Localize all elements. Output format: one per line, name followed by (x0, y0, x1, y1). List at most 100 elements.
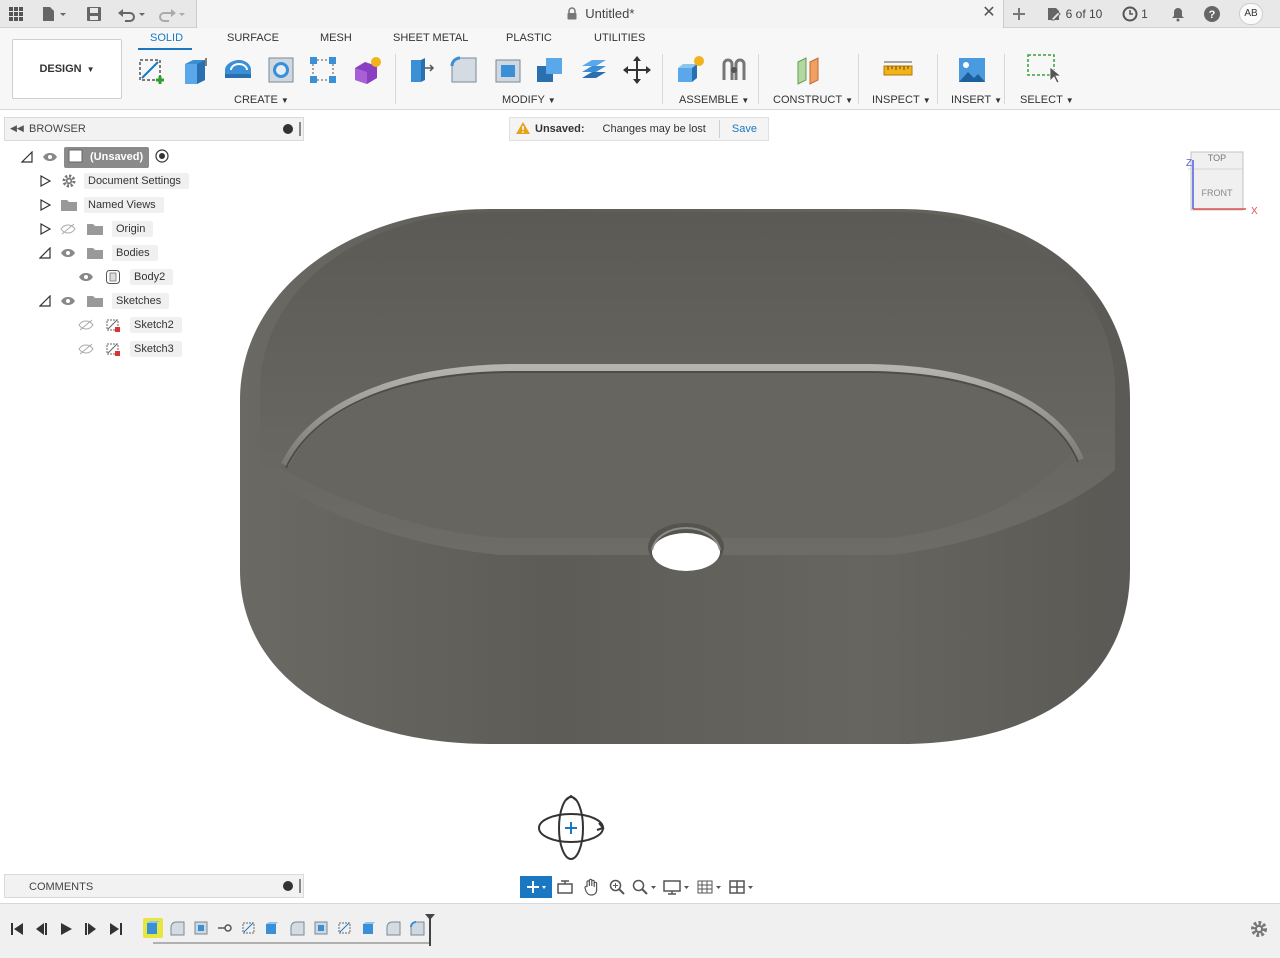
create-form-icon[interactable] (349, 52, 385, 88)
shell-icon[interactable] (490, 52, 526, 88)
collapse-panel-icon[interactable]: ◀◀ (10, 123, 24, 134)
job-status[interactable]: 1 (1120, 4, 1150, 24)
undo-icon[interactable] (116, 4, 148, 24)
timeline-feature-sketch[interactable] (239, 918, 259, 938)
tree-root-unsaved[interactable]: (Unsaved) (40, 146, 169, 168)
timeline-feature-extrude[interactable] (262, 918, 282, 938)
tree-item-sketch2[interactable]: Sketch2 (76, 315, 182, 335)
tree-item-sketches[interactable]: Sketches (58, 291, 170, 311)
fillet-icon[interactable] (446, 52, 482, 88)
timeline-marker-handle[interactable] (425, 914, 435, 946)
viewcube[interactable]: Z X TOP FRONT (1176, 140, 1262, 220)
eye-visible-icon[interactable] (58, 248, 78, 258)
assemble-menu[interactable]: ASSEMBLE ▼ (679, 94, 749, 106)
viewports-icon[interactable] (726, 876, 758, 898)
viewcube-front-face[interactable]: FRONT (1202, 188, 1233, 198)
combine-icon[interactable] (532, 52, 568, 88)
tree-item-sketch3[interactable]: Sketch3 (76, 339, 182, 359)
workspace-switcher-button[interactable]: DESIGN ▼ (12, 39, 122, 99)
app-grid-icon[interactable] (6, 4, 26, 24)
insert-menu[interactable]: INSERT ▼ (951, 94, 1002, 106)
tree-item-origin[interactable]: Origin (58, 219, 154, 239)
offset-face-icon[interactable] (576, 52, 612, 88)
expand-triangle-icon[interactable] (38, 174, 52, 188)
document-tab[interactable]: Untitled* ✕ (196, 0, 1004, 28)
insert-image-icon[interactable] (954, 52, 990, 88)
hole-icon[interactable] (263, 52, 299, 88)
create-sketch-icon[interactable] (134, 52, 170, 88)
zoom-icon[interactable] (604, 876, 630, 898)
timeline-feature-fillet[interactable] (407, 918, 427, 938)
modify-menu[interactable]: MODIFY ▼ (502, 94, 556, 106)
timeline-feature-shell[interactable] (191, 918, 211, 938)
viewcube-top-face[interactable]: TOP (1208, 153, 1226, 163)
collapse-triangle-icon[interactable] (20, 150, 34, 164)
model-body2[interactable] (200, 150, 1170, 790)
comments-panel[interactable]: COMMENTS (4, 874, 304, 898)
new-tab-icon[interactable] (1008, 4, 1030, 24)
go-to-start-icon[interactable] (8, 920, 26, 938)
eye-hidden-icon[interactable] (58, 223, 78, 235)
step-forward-icon[interactable] (82, 920, 100, 938)
expand-triangle-icon[interactable] (38, 198, 52, 212)
new-component-icon[interactable] (672, 52, 708, 88)
offset-plane-icon[interactable] (792, 52, 828, 88)
file-menu-icon[interactable] (38, 4, 70, 24)
eye-visible-icon[interactable] (76, 272, 96, 282)
timeline-feature-extrude[interactable] (359, 918, 379, 938)
panel-resize-handle[interactable] (299, 122, 301, 136)
look-at-icon[interactable] (552, 876, 578, 898)
go-to-end-icon[interactable] (107, 920, 125, 938)
timeline-feature-body[interactable] (143, 918, 163, 938)
eye-hidden-icon[interactable] (76, 319, 96, 331)
timeline-feature-joint[interactable] (215, 918, 235, 938)
timeline-feature-fillet[interactable] (287, 918, 307, 938)
orbit-constrained-icon[interactable] (520, 876, 552, 898)
minimize-panel-icon[interactable] (283, 124, 293, 134)
tree-item-bodies[interactable]: Bodies (58, 243, 158, 263)
select-menu[interactable]: SELECT ▼ (1020, 94, 1074, 106)
grid-snap-icon[interactable] (694, 876, 726, 898)
pan-hand-icon[interactable] (578, 876, 604, 898)
notifications-bell-icon[interactable] (1168, 4, 1188, 24)
move-copy-icon[interactable] (619, 52, 655, 88)
eye-hidden-icon[interactable] (76, 343, 96, 355)
collapse-triangle-icon[interactable] (38, 246, 52, 260)
tab-sheet-metal[interactable]: SHEET METAL (393, 32, 468, 44)
orbit-gizmo-icon[interactable] (533, 792, 609, 864)
help-icon[interactable]: ? (1201, 4, 1223, 24)
save-link[interactable]: Save (732, 123, 757, 135)
inspect-menu[interactable]: INSPECT ▼ (872, 94, 931, 106)
tab-plastic[interactable]: PLASTIC (506, 32, 552, 44)
canvas-viewport[interactable] (200, 150, 1170, 790)
close-tab-icon[interactable]: ✕ (981, 4, 997, 22)
panel-resize-handle[interactable] (299, 879, 301, 893)
activate-radio-icon[interactable] (155, 148, 169, 166)
tree-item-body2[interactable]: Body2 (76, 267, 174, 287)
revolve-icon[interactable] (220, 52, 256, 88)
step-back-icon[interactable] (32, 920, 50, 938)
timeline-feature-shell[interactable] (311, 918, 331, 938)
collapse-triangle-icon[interactable] (38, 294, 52, 308)
save-icon[interactable] (84, 4, 104, 24)
add-comment-icon[interactable] (283, 881, 293, 891)
construct-menu[interactable]: CONSTRUCT ▼ (773, 94, 853, 106)
joint-icon[interactable] (716, 52, 752, 88)
create-menu[interactable]: CREATE ▼ (234, 94, 289, 106)
display-settings-icon[interactable] (660, 876, 694, 898)
fit-zoom-icon[interactable] (630, 876, 660, 898)
timeline-feature-fillet[interactable] (383, 918, 403, 938)
tab-utilities[interactable]: UTILITIES (594, 32, 645, 44)
timeline-feature-sketch[interactable] (335, 918, 355, 938)
pattern-icon[interactable] (305, 52, 341, 88)
timeline-feature-fillet[interactable] (167, 918, 187, 938)
eye-visible-icon[interactable] (58, 296, 78, 306)
extrude-icon[interactable] (177, 52, 213, 88)
user-avatar[interactable]: AB (1239, 3, 1263, 25)
eye-visible-icon[interactable] (40, 152, 60, 162)
expand-triangle-icon[interactable] (38, 222, 52, 236)
tab-surface[interactable]: SURFACE (227, 32, 279, 44)
press-pull-icon[interactable] (403, 52, 439, 88)
tab-mesh[interactable]: MESH (320, 32, 352, 44)
measure-icon[interactable] (880, 52, 916, 88)
